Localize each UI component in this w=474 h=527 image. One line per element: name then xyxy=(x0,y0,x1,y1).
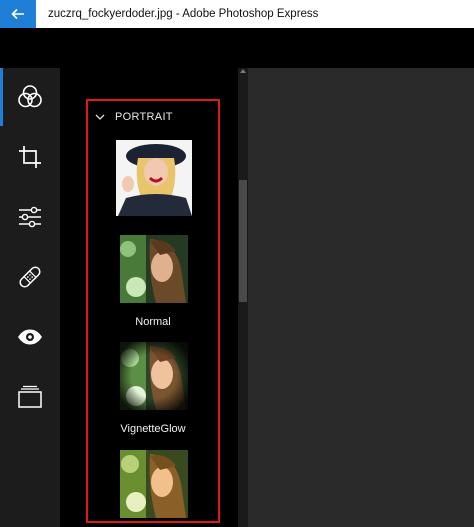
scrollbar-thumb[interactable] xyxy=(239,180,247,302)
looks-icon xyxy=(18,85,42,108)
title-bar: zuczrq_fockyerdoder.jpg - Adobe Photosho… xyxy=(0,0,474,28)
back-arrow-icon xyxy=(11,8,24,20)
back-button[interactable] xyxy=(0,0,36,28)
highlight-box xyxy=(86,99,220,523)
sliders-icon xyxy=(19,206,41,228)
bandage-icon xyxy=(19,266,41,288)
top-bar xyxy=(0,28,474,68)
scroll-up-arrow-icon[interactable] xyxy=(240,69,246,73)
heal-tool-button[interactable] xyxy=(0,248,60,306)
image-canvas[interactable] xyxy=(248,68,474,527)
crop-tool-button[interactable] xyxy=(0,128,60,186)
eye-icon xyxy=(18,329,42,345)
borders-tool-button[interactable] xyxy=(0,368,60,426)
crop-icon xyxy=(19,146,41,168)
red-eye-tool-button[interactable] xyxy=(0,308,60,366)
tool-sidebar xyxy=(0,68,60,527)
looks-tool-button[interactable] xyxy=(0,68,60,126)
window-title: zuczrq_fockyerdoder.jpg - Adobe Photosho… xyxy=(48,8,319,20)
adjust-tool-button[interactable] xyxy=(0,188,60,246)
borders-icon xyxy=(18,385,42,408)
